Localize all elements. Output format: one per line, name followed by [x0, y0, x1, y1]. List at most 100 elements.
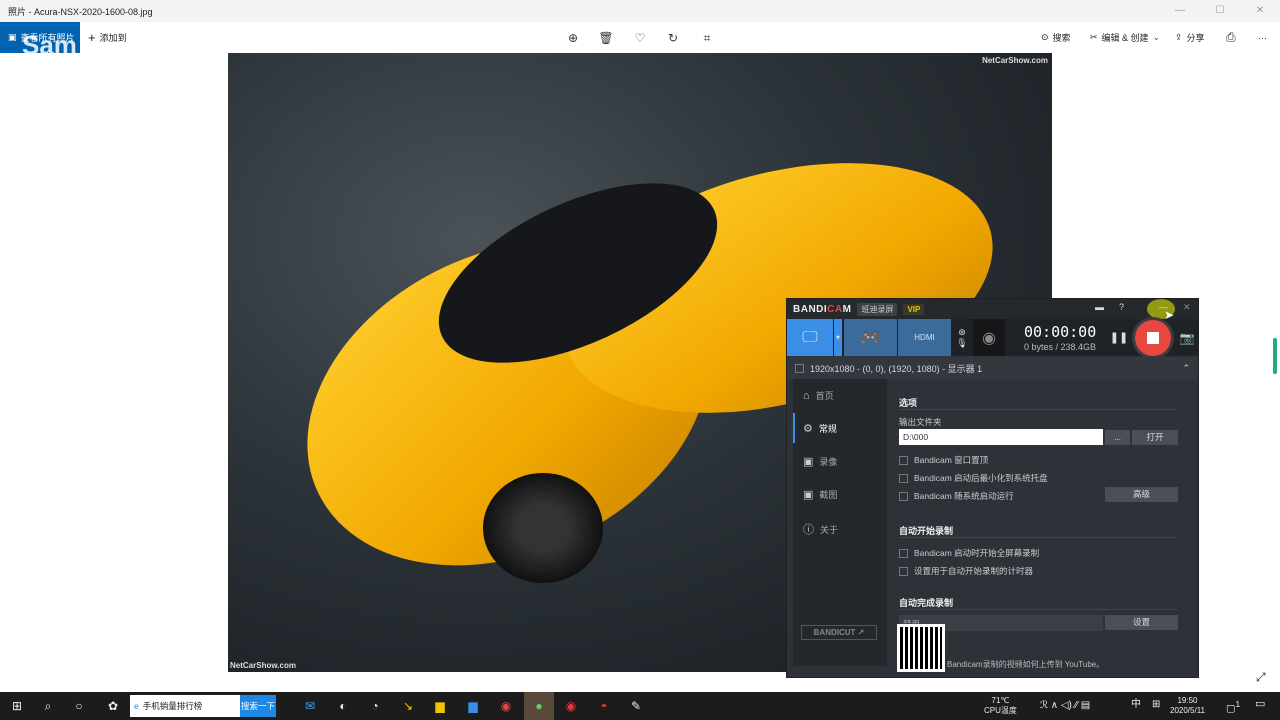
search-button[interactable]: ⊙ 搜索	[1041, 22, 1071, 53]
close-button[interactable]: ✕	[1183, 302, 1191, 313]
chrome-icon[interactable]: ◉	[491, 692, 521, 720]
app-icon[interactable]: ◓	[589, 692, 619, 720]
checkbox[interactable]	[899, 548, 908, 558]
action-center-icon[interactable]: ▭	[1255, 699, 1265, 710]
screenshot-button[interactable]: 📷	[1177, 319, 1197, 356]
app-icon[interactable]: ◔	[360, 692, 390, 720]
camera-icon: 📷	[1179, 330, 1195, 345]
screen-mode-button[interactable]: 🖵	[787, 319, 833, 356]
mouse-cursor-icon: ➤	[1164, 308, 1175, 322]
more-button[interactable]: ···	[1258, 22, 1267, 53]
mail-icon[interactable]: ✉	[295, 692, 325, 720]
folder-icon[interactable]: ▬	[1095, 302, 1104, 312]
explorer-icon[interactable]: ▆	[425, 692, 455, 720]
start-button[interactable]: ⊞	[2, 692, 32, 720]
sidebar-item-home[interactable]: ⌂ 首页	[803, 389, 834, 402]
edit-create-button[interactable]: ✂ 编辑 & 创建 ⌄	[1090, 22, 1160, 53]
bandicam-logo: BANDICAM	[793, 303, 852, 315]
bandicut-button[interactable]: BANDICUT ↗	[801, 625, 877, 640]
time: 19:50	[1177, 696, 1198, 705]
tray-icons[interactable]: ℛ ∧ ◁) ⁄⁄ ▤	[1040, 701, 1090, 711]
browse-button[interactable]: ...	[1105, 430, 1130, 445]
open-button[interactable]: 打开	[1132, 430, 1178, 445]
info-icon: ⓘ	[803, 524, 814, 536]
zoom-icon[interactable]: ⊕	[564, 29, 582, 47]
rotate-icon[interactable]: ↻	[664, 29, 682, 47]
crop-icon[interactable]: ⌗	[698, 29, 716, 47]
webcam-button[interactable]: ◉	[973, 319, 1005, 356]
pause-icon: ❚❚	[1109, 332, 1129, 344]
hdmi-mode-button[interactable]: HDMI	[898, 319, 951, 356]
auto-start-heading: 自动开始录制	[899, 526, 954, 536]
fullscreen-icon[interactable]: ⤢	[1256, 670, 1266, 685]
checkbox-minimize-tray[interactable]: Bandicam 启动后最小化到系统托盘	[899, 472, 1048, 484]
video-icon: ▣	[803, 456, 814, 468]
sidebar-item-about[interactable]: ⓘ 关于	[803, 521, 838, 537]
capture-area-bar[interactable]: 1920x1080 - (0, 0), (1920, 1080) - 显示器 1…	[787, 357, 1198, 379]
print-icon[interactable]: ⎙	[1226, 22, 1236, 53]
qr-code	[897, 624, 945, 672]
add-to-button[interactable]: + 添加到	[88, 22, 127, 53]
checkbox-timer[interactable]: 设置用于自动开始录制的计时器	[899, 565, 1033, 577]
advanced-button[interactable]: 高级	[1105, 487, 1178, 502]
app-icon[interactable]: ✎	[621, 692, 651, 720]
photos-icon[interactable]: ▆	[458, 692, 488, 720]
sidebar-item-general[interactable]: ⚙ 常规	[803, 422, 837, 435]
bandicam-icon[interactable]: ◉	[556, 692, 586, 720]
window-controls: — ☐ ✕	[1160, 0, 1280, 22]
taskbar-search-input[interactable]: e 手机销量排行榜	[130, 695, 240, 717]
heart-icon[interactable]: ♡	[631, 29, 649, 47]
taskbar-search-button[interactable]: 搜索一下	[240, 695, 276, 717]
mode-dropdown[interactable]: ▾	[834, 319, 842, 356]
checkbox[interactable]	[899, 455, 908, 465]
task-view-icon[interactable]: ○	[64, 692, 94, 720]
minimize-button[interactable]: —	[1160, 0, 1200, 22]
checkbox-auto-fullscreen[interactable]: Bandicam 启动时开始全屏幕录制	[899, 547, 1039, 559]
checkbox-topmost[interactable]: Bandicam 窗口置顶	[899, 454, 988, 466]
scrollbar[interactable]	[1273, 338, 1277, 374]
area-label: 1920x1080 - (0, 0), (1920, 1080) - 显示器 1	[810, 363, 983, 374]
webcam-icon: ◉	[982, 329, 996, 347]
delete-icon[interactable]: 🗑	[597, 29, 615, 47]
notification-icon[interactable]: ▢1	[1226, 699, 1240, 714]
share-button[interactable]: ⇪ 分享	[1175, 22, 1205, 53]
output-folder-label: 输出文件夹	[899, 417, 942, 427]
sidebar-item-image[interactable]: ▣ 截图	[803, 488, 837, 501]
search-icon[interactable]: ⌕	[33, 692, 63, 720]
checkbox[interactable]	[899, 491, 908, 501]
overlay-watermark: Sam	[22, 30, 77, 60]
clock[interactable]: 19:50 2020/5/11	[1170, 696, 1205, 716]
vip-badge[interactable]: VIP	[903, 303, 925, 315]
checkbox-startup[interactable]: Bandicam 随系统启动运行	[899, 490, 1014, 502]
chevron-up-icon[interactable]: ⌃	[1182, 363, 1190, 374]
watermark-top: NetCarShow.com	[982, 56, 1048, 65]
ime-indicator[interactable]: 中	[1131, 700, 1141, 710]
area-icon	[795, 363, 804, 373]
active-indicator	[793, 413, 795, 443]
add-to-label: 添加到	[99, 33, 127, 43]
youtube-help-link[interactable]: Bandicam录制的视频如何上传到 YouTube。	[947, 659, 1104, 670]
pause-button[interactable]: ❚❚	[1109, 319, 1129, 356]
brand-sub: 班迪录屏	[857, 302, 898, 316]
wechat-icon[interactable]: ●	[524, 692, 554, 720]
mic-toggle[interactable]: ⊛ 🎙	[953, 319, 971, 356]
image-icon: ▣	[803, 489, 814, 501]
app-icon[interactable]: ✿	[98, 692, 128, 720]
taskbar: ⊞ ⌕ ○ ✿ e 手机销量排行榜 搜索一下 ✉ ◐ ◔ ↘ ▆ ▆ ◉ ● ◉ …	[0, 692, 1280, 720]
close-button[interactable]: ✕	[1240, 0, 1280, 22]
help-icon[interactable]: ?	[1119, 302, 1124, 312]
checkbox[interactable]	[899, 566, 908, 576]
maximize-button[interactable]: ☐	[1200, 0, 1240, 22]
share-label: 分享	[1186, 33, 1205, 43]
sidebar-item-video[interactable]: ▣ 录像	[803, 455, 837, 468]
keyboard-icon[interactable]: ⊞	[1152, 700, 1160, 710]
output-folder-input[interactable]: D:\000	[899, 429, 1103, 445]
title-bar: 照片 - Acura-NSX-2020-1600-08.jpg	[0, 0, 1280, 22]
checkbox[interactable]	[899, 473, 908, 483]
app-icon[interactable]: ◐	[328, 692, 358, 720]
stop-record-button[interactable]	[1135, 320, 1171, 356]
game-mode-button[interactable]: 🎮	[844, 319, 897, 356]
label: 首页	[815, 391, 834, 401]
settings-button[interactable]: 设置	[1105, 615, 1178, 630]
app-icon[interactable]: ↘	[393, 692, 423, 720]
